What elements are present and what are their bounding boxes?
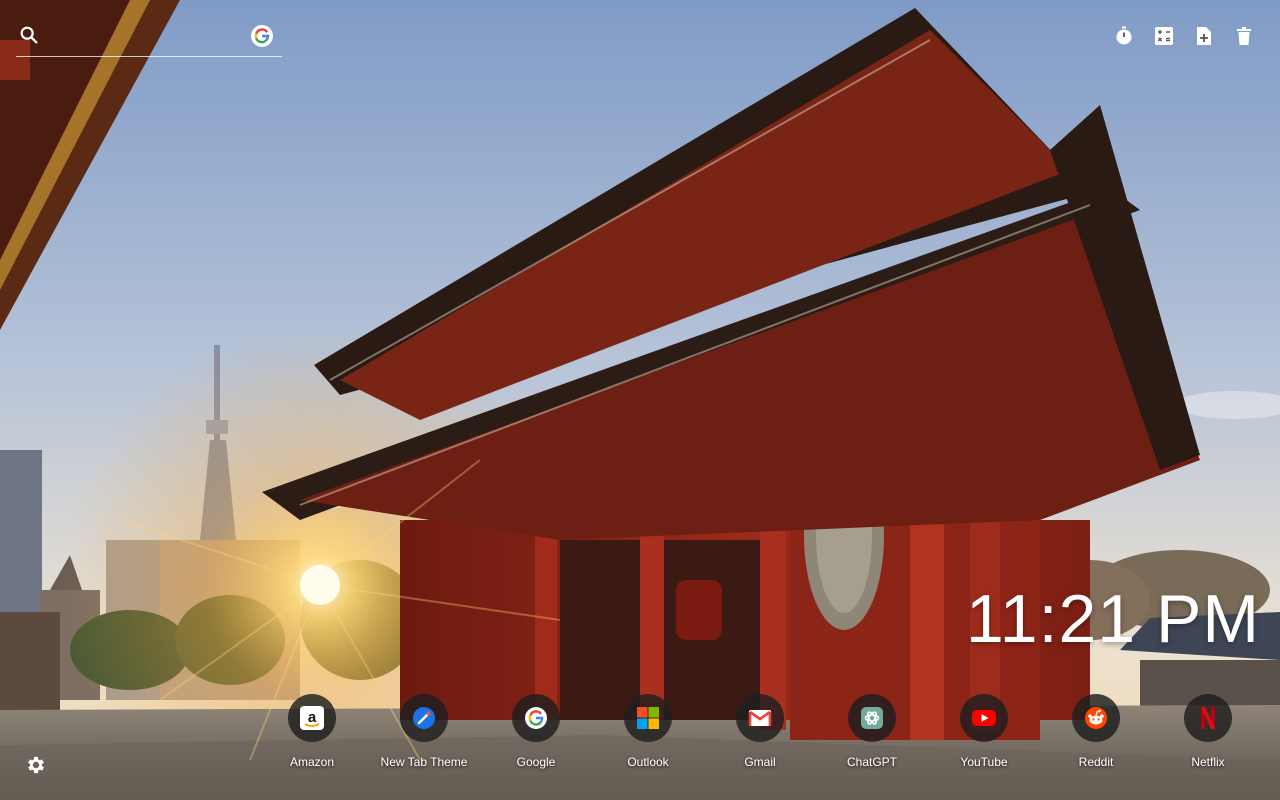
google-icon bbox=[512, 694, 560, 742]
wallpaper-background bbox=[0, 0, 1280, 800]
amazon-icon: a bbox=[288, 694, 336, 742]
shortcut-gmail[interactable]: Gmail bbox=[704, 694, 816, 769]
add-note-icon bbox=[1197, 27, 1211, 45]
trash-icon bbox=[1237, 27, 1251, 45]
temple-scene bbox=[0, 0, 1280, 800]
timer-icon bbox=[1116, 26, 1132, 45]
shortcut-chatgpt[interactable]: ChatGPT bbox=[816, 694, 928, 769]
clock-time: 11:21 PM bbox=[965, 581, 1260, 657]
settings-button[interactable] bbox=[25, 754, 47, 776]
search-icon[interactable] bbox=[18, 24, 40, 46]
delete-button[interactable] bbox=[1232, 24, 1256, 48]
svg-text:a: a bbox=[308, 709, 317, 726]
shortcut-netflix[interactable]: Netflix bbox=[1152, 694, 1264, 769]
shortcut-label: ChatGPT bbox=[846, 755, 897, 769]
shortcut-outlook[interactable]: Outlook bbox=[592, 694, 704, 769]
shortcut-new-tab-theme[interactable]: New Tab Theme bbox=[368, 694, 480, 769]
shortcut-label: Gmail bbox=[744, 755, 776, 769]
chatgpt-icon bbox=[848, 694, 896, 742]
shortcut-youtube[interactable]: YouTube bbox=[928, 694, 1040, 769]
google-search-engine-icon[interactable] bbox=[251, 25, 273, 47]
youtube-icon bbox=[960, 694, 1008, 742]
add-note-button[interactable] bbox=[1192, 24, 1216, 48]
search-bar[interactable] bbox=[16, 22, 282, 57]
shortcut-label: Netflix bbox=[1191, 755, 1225, 769]
search-input[interactable] bbox=[50, 22, 254, 52]
new-tab-theme-icon bbox=[400, 694, 448, 742]
netflix-icon bbox=[1184, 694, 1232, 742]
shortcut-label: New Tab Theme bbox=[380, 755, 468, 769]
outlook-icon bbox=[624, 694, 672, 742]
shortcut-google[interactable]: Google bbox=[480, 694, 592, 769]
calculator-icon bbox=[1155, 27, 1173, 45]
shortcut-amazon[interactable]: a Amazon bbox=[256, 694, 368, 769]
shortcut-label: Outlook bbox=[627, 755, 669, 769]
timer-button[interactable] bbox=[1112, 24, 1136, 48]
top-toolbar bbox=[1112, 24, 1256, 48]
gear-icon bbox=[28, 756, 44, 774]
shortcut-reddit[interactable]: Reddit bbox=[1040, 694, 1152, 769]
shortcut-label: Reddit bbox=[1078, 755, 1114, 769]
shortcut-bar: a Amazon New Tab Theme Google Outlook Gm… bbox=[256, 694, 1264, 769]
shortcut-label: Google bbox=[516, 755, 556, 769]
shortcut-label: YouTube bbox=[960, 755, 1008, 769]
calculator-button[interactable] bbox=[1152, 24, 1176, 48]
reddit-icon bbox=[1072, 694, 1120, 742]
gmail-icon bbox=[736, 694, 784, 742]
shortcut-label: Amazon bbox=[289, 755, 335, 769]
